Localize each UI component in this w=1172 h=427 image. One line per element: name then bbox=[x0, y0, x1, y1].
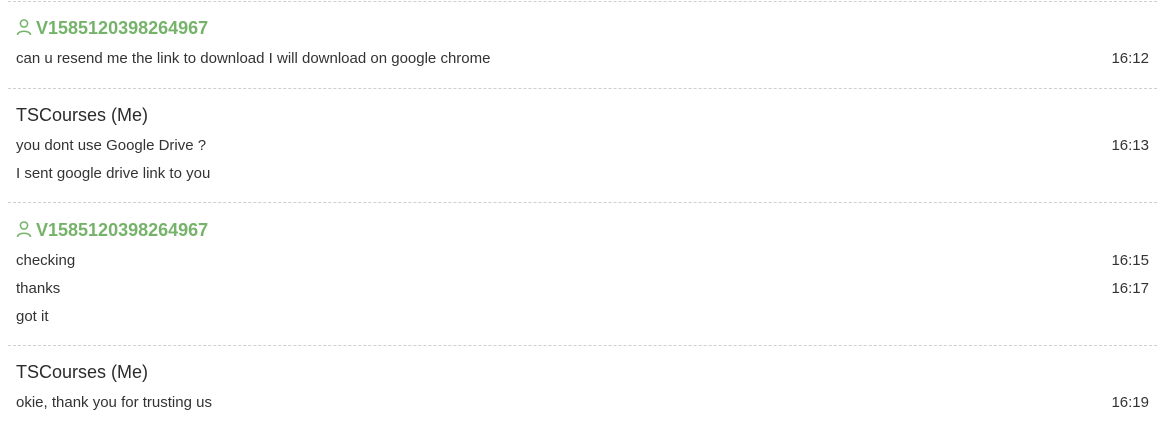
divider bbox=[8, 345, 1157, 346]
message-time: 16:19 bbox=[1111, 394, 1149, 411]
message-time: 16:15 bbox=[1111, 252, 1149, 269]
sender-name: TSCourses (Me) bbox=[16, 102, 148, 128]
divider bbox=[8, 202, 1157, 203]
message-time: 16:17 bbox=[1111, 280, 1149, 297]
message-text: can u resend me the link to download I w… bbox=[16, 50, 491, 67]
message-text: thanks bbox=[16, 280, 61, 297]
chat-transcript: V1585120398264967 can u resend me the li… bbox=[0, 0, 1172, 427]
message-time: 16:12 bbox=[1111, 50, 1149, 67]
divider bbox=[8, 1, 1157, 2]
message-text: I sent google drive link to you bbox=[16, 165, 211, 182]
sender-name: TSCourses (Me) bbox=[16, 359, 148, 385]
sender-label: TSCourses (Me) bbox=[16, 105, 149, 125]
message-text: you dont use Google Drive ? bbox=[16, 137, 207, 154]
user-icon bbox=[16, 219, 32, 238]
divider bbox=[8, 88, 1157, 89]
message-text: okie, thank you for trusting us bbox=[16, 394, 212, 411]
sender-name: V1585120398264967 bbox=[16, 217, 208, 243]
sender-name: V1585120398264967 bbox=[16, 15, 208, 41]
message-text: checking bbox=[16, 252, 76, 269]
message-text: got it bbox=[16, 308, 49, 325]
sender-label: V1585120398264967 bbox=[36, 18, 209, 38]
message-time: 16:13 bbox=[1111, 137, 1149, 154]
user-icon bbox=[16, 17, 32, 36]
sender-label: V1585120398264967 bbox=[36, 220, 209, 240]
sender-label: TSCourses (Me) bbox=[16, 362, 149, 382]
